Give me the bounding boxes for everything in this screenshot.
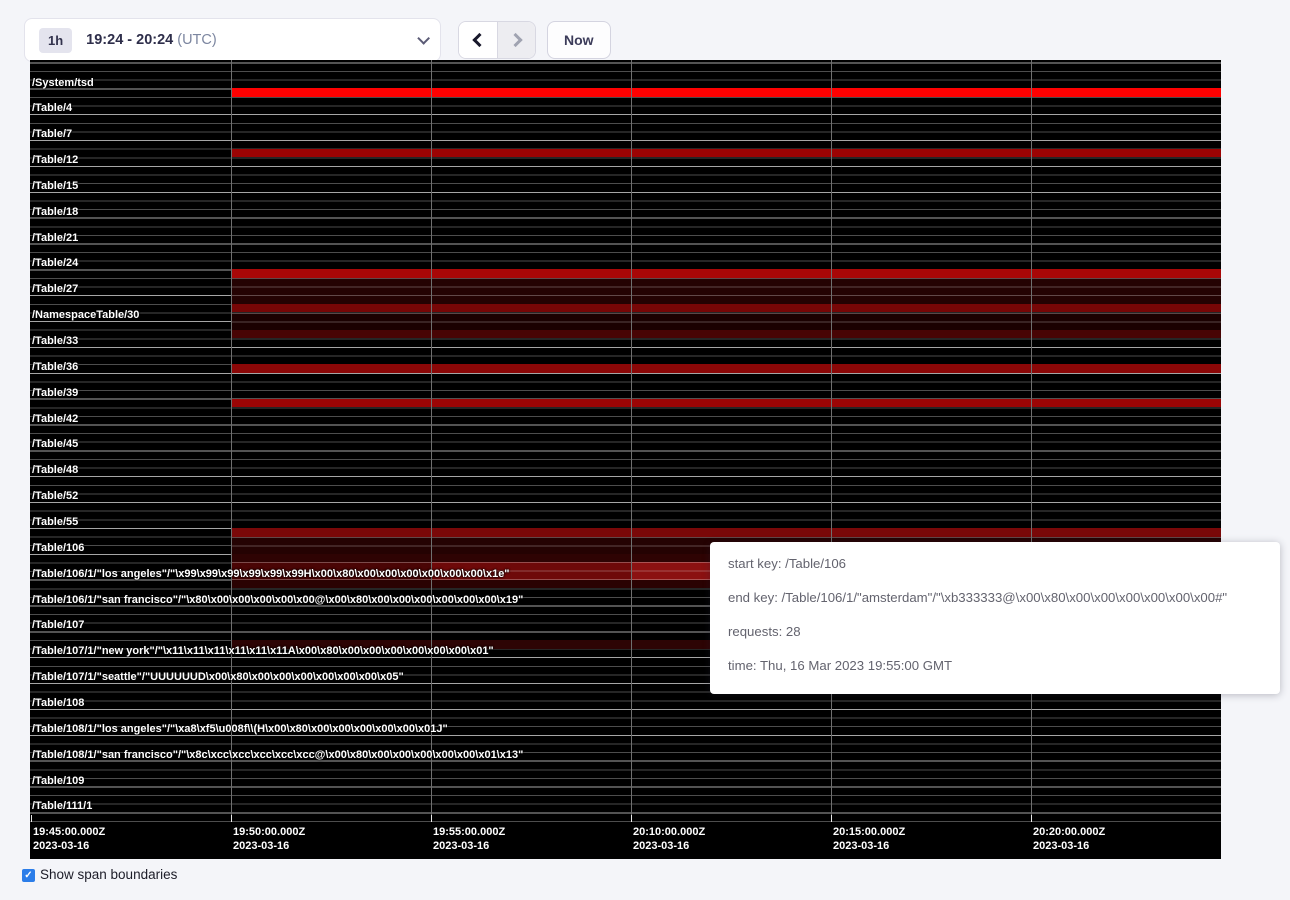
axis-tick-label: 19:45:00.000Z2023-03-16 (33, 825, 105, 853)
chevron-left-icon (472, 33, 486, 47)
heat-band[interactable] (231, 149, 1221, 158)
span-boundary-label: /Table/27 (32, 283, 78, 296)
span-tooltip: start key: /Table/106 end key: /Table/10… (710, 542, 1280, 694)
axis-tick (831, 815, 832, 822)
span-boundary-label: /Table/55 (32, 516, 78, 529)
range-nav-group (458, 21, 536, 59)
tooltip-requests: requests: 28 (728, 624, 1280, 658)
span-boundary-label: /Table/18 (32, 206, 78, 219)
range-timezone: (UTC) (177, 32, 216, 48)
axis-tick-label: 20:10:00.000Z2023-03-16 (633, 825, 705, 853)
axis-tick-label: 20:20:00.000Z2023-03-16 (1033, 825, 1105, 853)
span-boundary-label: /Table/7 (32, 128, 72, 141)
key-visualizer-page: 1h 19:24 - 20:24 (UTC) Now /System/tsd/T… (0, 0, 1290, 900)
span-boundary-label: /Table/106/1/"los angeles"/"\x99\x99\x99… (32, 568, 510, 581)
prev-range-button[interactable] (459, 22, 497, 58)
footer: ✓ Show span boundaries (22, 867, 177, 882)
now-button[interactable]: Now (547, 21, 611, 59)
span-boundary-label: /Table/107 (32, 619, 84, 632)
next-range-button[interactable] (497, 22, 535, 58)
axis-tick-label: 19:50:00.000Z2023-03-16 (233, 825, 305, 853)
range-duration-badge: 1h (39, 28, 72, 53)
span-boundary-label: /Table/108/1/"san francisco"/"\x8c\xcc\x… (32, 749, 523, 762)
heat-band[interactable] (231, 278, 1221, 304)
span-boundary-label: /Table/36 (32, 361, 78, 374)
span-boundary-label: /Table/109 (32, 775, 84, 788)
chevron-right-icon (508, 33, 522, 47)
time-gridline (431, 60, 432, 822)
time-gridline (631, 60, 632, 822)
span-boundary-label: /Table/42 (32, 413, 78, 426)
span-boundary-label: /Table/111/1 (32, 800, 92, 813)
span-boundary-label: /Table/108 (32, 697, 84, 710)
span-boundary-label: /System/tsd (32, 77, 94, 90)
span-boundary-label: /Table/107/1/"new york"/"\x11\x11\x11\x1… (32, 645, 494, 658)
span-boundary-label: /NamespaceTable/30 (32, 309, 139, 322)
heat-band[interactable] (231, 528, 1221, 537)
time-gridline (231, 60, 232, 822)
span-boundary-label: /Table/4 (32, 102, 72, 115)
heat-band[interactable] (231, 330, 1221, 339)
heat-band[interactable] (231, 313, 1221, 330)
span-boundary-label: /Table/106 (32, 542, 84, 555)
span-boundary-label: /Table/107/1/"seattle"/"UUUUUUD\x00\x80\… (32, 671, 404, 684)
time-axis: 19:45:00.000Z2023-03-16 19:50:00.000Z2023… (30, 822, 1221, 859)
heat-band[interactable] (231, 364, 1221, 373)
span-boundary-label: /Table/24 (32, 257, 78, 270)
axis-tick (1031, 815, 1032, 822)
axis-tick (631, 815, 632, 822)
axis-tick (431, 815, 432, 822)
span-boundary-label: /Table/21 (32, 232, 78, 245)
chevron-down-icon (417, 32, 430, 45)
span-boundary-label: /Table/39 (32, 387, 78, 400)
time-range-select[interactable]: 1h 19:24 - 20:24 (UTC) (24, 18, 441, 62)
tooltip-time: time: Thu, 16 Mar 2023 19:55:00 GMT (728, 658, 1280, 692)
heat-band[interactable] (231, 88, 1221, 97)
span-boundary-label: /Table/48 (32, 464, 78, 477)
heat-band[interactable] (231, 269, 1221, 278)
tooltip-start-key: start key: /Table/106 (728, 556, 1280, 590)
range-text: 19:24 - 20:24 (86, 32, 173, 48)
span-boundary-label: /Table/106/1/"san francisco"/"\x80\x00\x… (32, 594, 523, 607)
span-boundary-label: /Table/52 (32, 490, 78, 503)
axis-tick-label: 20:15:00.000Z2023-03-16 (833, 825, 905, 853)
heatmap-canvas[interactable]: /System/tsd/Table/4/Table/7/Table/12/Tab… (30, 60, 1221, 822)
show-span-boundaries-label: Show span boundaries (40, 867, 177, 882)
span-boundary-label: /Table/12 (32, 154, 78, 167)
axis-tick (231, 815, 232, 822)
span-boundary-label: /Table/33 (32, 335, 78, 348)
time-gridline (831, 60, 832, 822)
tooltip-end-key: end key: /Table/106/1/"amsterdam"/"\xb33… (728, 590, 1280, 624)
axis-tick (31, 815, 32, 822)
span-boundary-label: /Table/108/1/"los angeles"/"\xa8\xf5\u00… (32, 723, 448, 736)
heat-band[interactable] (231, 399, 1221, 408)
toolbar: 1h 19:24 - 20:24 (UTC) Now (24, 18, 611, 62)
axis-tick-label: 19:55:00.000Z2023-03-16 (433, 825, 505, 853)
time-gridline (1031, 60, 1032, 822)
show-span-boundaries-checkbox[interactable]: ✓ (22, 869, 35, 882)
heat-band[interactable] (231, 304, 1221, 313)
span-boundary-label: /Table/15 (32, 180, 78, 193)
span-boundary-label: /Table/45 (32, 438, 78, 451)
